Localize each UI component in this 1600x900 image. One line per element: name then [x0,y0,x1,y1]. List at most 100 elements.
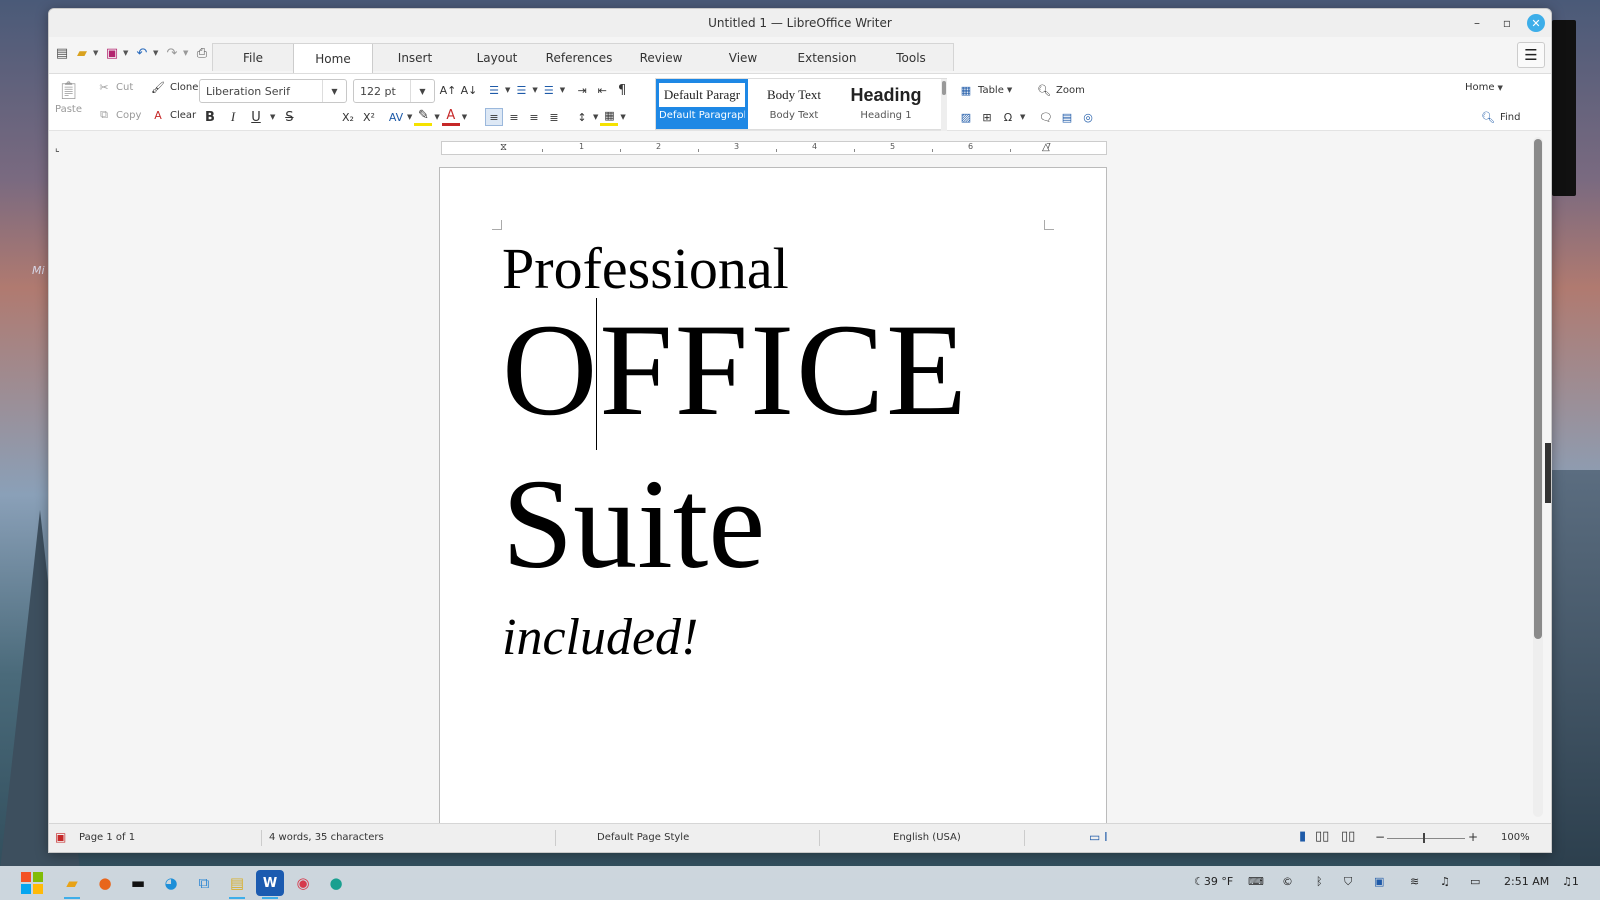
chevron-down-icon[interactable]: ▼ [322,80,346,102]
weather-widget[interactable]: ☾39 °F [1194,875,1233,888]
bullet-list-icon[interactable]: ☰ [485,81,503,99]
zoom-slider[interactable] [1387,838,1465,839]
subscript-icon[interactable]: X₂ [339,108,357,126]
document-page[interactable]: Professional OFFICE Suite included! [439,167,1107,823]
zoom-level[interactable]: 100% [1501,832,1530,843]
tab-insert[interactable]: Insert [373,44,457,71]
cut-button[interactable]: ✂ Cut [95,78,133,96]
tab-view[interactable]: View [701,44,785,71]
battery-icon[interactable]: ▭ [1470,875,1480,888]
document-line[interactable]: OFFICE [502,304,969,436]
edge-browser-icon[interactable]: ◕ [157,870,185,896]
shield-icon[interactable]: ⛉ [1344,875,1352,889]
style-default-paragraph[interactable]: Default Paragr Default Paragraph Style [656,79,748,129]
word-count[interactable]: 4 words, 35 characters [269,832,384,843]
user-app-icon[interactable]: ● [322,870,350,896]
firefox-icon[interactable]: ● [91,870,119,896]
keyboard-icon[interactable]: ⌨ [1248,875,1264,888]
tab-stop-marker-icon[interactable]: ⌞ [55,143,60,154]
font-name-combo[interactable]: Liberation Serif ▼ [199,79,347,103]
undo-icon[interactable]: ↶ [133,43,151,63]
special-character-dropdown-icon[interactable]: ▼ [1020,113,1025,121]
special-character-icon[interactable]: Ω [999,108,1017,126]
home-select[interactable]: Home ▼ [1465,82,1503,93]
notes-app-icon[interactable]: ▤ [223,870,251,899]
new-document-icon[interactable]: ▤ [53,43,71,63]
formatting-marks-icon[interactable]: ¶ [613,81,631,99]
bold-icon[interactable]: B [201,108,219,126]
increase-indent-icon[interactable]: ⇥ [573,81,591,99]
maximize-button[interactable]: ▫ [1497,13,1517,33]
clock[interactable]: 2:51 AM [1504,875,1549,888]
superscript-icon[interactable]: X² [360,108,378,126]
book-view-icon[interactable]: ▯▯ [1341,829,1355,844]
insert-mode-icon[interactable]: ▭ I [1089,830,1108,844]
virtual-machine-icon[interactable]: ⧉ [190,870,218,896]
styles-scrollbar[interactable] [941,79,947,131]
language[interactable]: English (USA) [893,832,961,843]
bullet-dropdown-icon[interactable]: ▼ [505,86,510,94]
clipboard-tray-icon[interactable]: © [1282,875,1293,888]
clone-formatting-button[interactable]: 🖌︎ Clone [149,78,198,96]
clear-formatting-button[interactable]: A Clear [149,106,196,124]
tab-layout[interactable]: Layout [457,44,537,71]
decrease-indent-icon[interactable]: ⇤ [593,81,611,99]
outline-list-icon[interactable]: ☰ [540,81,558,99]
outline-dropdown-icon[interactable]: ▼ [560,86,565,94]
volume-icon[interactable]: ♫ [1440,875,1450,888]
paste-button[interactable]: 📋︎ Paste [55,78,82,116]
align-left-icon[interactable]: ≡ [485,108,503,126]
track-changes-icon[interactable]: ▤ [1058,108,1076,126]
paragraph-background-icon[interactable]: ▦ [600,108,619,126]
style-heading-1[interactable]: Heading Heading 1 [840,79,932,129]
shrink-font-icon[interactable]: A↓ [460,81,478,99]
highlight-dropdown-icon[interactable]: ▼ [434,113,439,121]
underline-icon[interactable]: U [247,108,265,126]
document-line[interactable]: Professional [502,240,789,298]
page-style[interactable]: Default Page Style [597,832,689,843]
redo-dropdown-icon[interactable]: ▼ [183,49,191,57]
font-color-icon[interactable]: A [441,108,460,126]
start-menu-icon[interactable] [18,870,46,896]
character-spacing-icon[interactable]: AV [387,108,405,126]
redo-icon[interactable]: ↷ [163,43,181,63]
audio-app-icon[interactable]: ◉ [289,870,317,896]
table-dropdown-icon[interactable]: ▼ [1007,86,1012,94]
comment-icon[interactable]: 🗨︎ [1037,108,1055,126]
highlight-icon[interactable]: ✎ [414,108,433,126]
close-button[interactable]: ✕ [1527,14,1545,32]
tab-review[interactable]: Review [621,44,701,71]
strikethrough-icon[interactable]: S [280,108,298,126]
align-right-icon[interactable]: ≡ [525,108,543,126]
spacing-dropdown-icon[interactable]: ▼ [407,113,412,121]
underline-dropdown-icon[interactable]: ▼ [270,113,275,121]
single-page-view-icon[interactable]: ▮ [1299,829,1306,844]
wifi-icon[interactable]: ≋ [1410,875,1419,888]
line-spacing-icon[interactable]: ↕ [573,108,591,126]
tab-extension[interactable]: Extension [785,44,869,71]
numbered-dropdown-icon[interactable]: ▼ [532,86,537,94]
tab-file[interactable]: File [213,44,293,71]
home-dropdown-icon[interactable]: ▼ [1498,84,1503,92]
left-indent-marker-icon[interactable]: ⧖ [500,142,507,153]
tab-home[interactable]: Home [293,44,373,73]
document-line[interactable]: Suite [502,460,765,588]
chevron-down-icon[interactable]: ▼ [410,80,434,102]
sidebar-handle[interactable] [1545,443,1551,503]
find-button[interactable]: 🔍︎ Find [1479,108,1520,126]
horizontal-ruler[interactable]: ⧖ △ 1 2 3 4 5 6 7 [441,141,1107,155]
insert-table-button[interactable]: ▦ Table ▼ [957,81,1012,99]
page-break-icon[interactable]: ⊞ [978,108,996,126]
vertical-scrollbar[interactable] [1533,137,1543,817]
zoom-slider-thumb[interactable] [1423,833,1425,843]
image-icon[interactable]: ▨ [957,108,975,126]
tab-references[interactable]: References [537,44,621,71]
zoom-in-icon[interactable]: + [1468,830,1478,844]
minimize-button[interactable]: – [1467,13,1487,33]
grow-font-icon[interactable]: A↑ [439,81,457,99]
line-spacing-dropdown-icon[interactable]: ▼ [593,113,598,121]
save-dropdown-icon[interactable]: ▼ [123,49,131,57]
print-icon[interactable]: ⎙ [193,43,211,63]
background-dropdown-icon[interactable]: ▼ [620,113,625,121]
file-manager-icon[interactable]: ▰ [58,870,86,899]
